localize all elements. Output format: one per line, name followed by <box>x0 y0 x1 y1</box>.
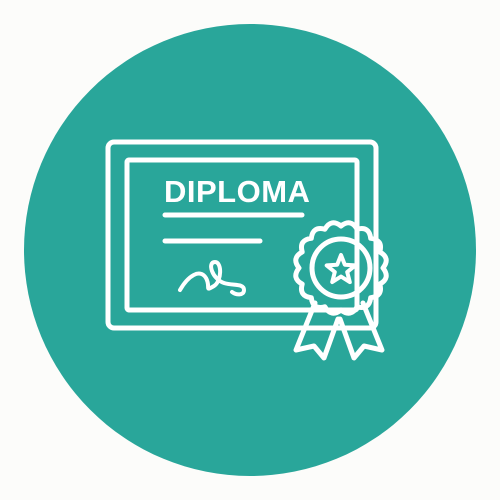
rosette-seal-icon <box>293 220 389 316</box>
signature-scribble <box>178 260 246 297</box>
diploma-icon-stage: DIPLOMA <box>0 0 500 500</box>
diploma-icon: DIPLOMA <box>105 139 389 361</box>
star-icon <box>324 253 358 285</box>
rosette-inner-ring <box>309 236 373 300</box>
diploma-title: DIPLOMA <box>164 174 310 209</box>
certificate-outer-frame <box>105 139 379 331</box>
